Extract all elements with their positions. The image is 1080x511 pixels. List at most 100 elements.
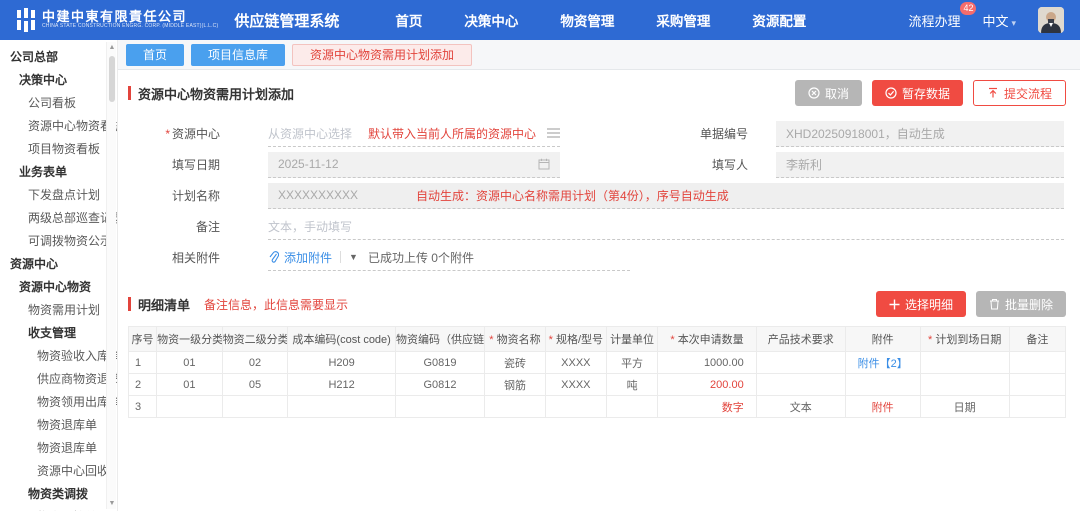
column-header: 成本编码(cost code) xyxy=(287,326,397,352)
trash-icon xyxy=(989,299,999,310)
table-cell xyxy=(395,395,486,418)
sidebar-item[interactable]: 物资退库单 xyxy=(0,414,117,437)
sidebar-item[interactable]: 供应商物资退货单 xyxy=(0,368,117,391)
company-logo-icon xyxy=(16,8,36,32)
table-cell xyxy=(755,373,846,396)
remark-label: 备注 xyxy=(195,220,220,234)
table-cell: 1 xyxy=(127,351,158,374)
sidebar-item[interactable]: 资源中心物资看板 xyxy=(0,115,117,138)
table-cell xyxy=(919,351,1010,374)
save-draft-button[interactable]: 暂存数据 xyxy=(871,80,963,106)
detail-title: 明细清单 xyxy=(128,295,190,314)
plan-form: * 资源中心 从资源中心选择 默认带入当前人所属的资源中心 单据编号 XHD202… xyxy=(128,118,1066,273)
table-cell: 3 xyxy=(127,395,158,418)
sidebar-item[interactable]: 资源中心回收 xyxy=(0,460,117,483)
add-attachment-link[interactable]: 添加附件 xyxy=(284,249,332,266)
table-row: 2 01 05 H212 G0812 钢筋 XXXX 吨 200.00 xyxy=(127,373,1067,396)
sidebar-item[interactable]: 公司看板 xyxy=(0,92,117,115)
sidebar-item[interactable]: 公司总部 xyxy=(0,46,117,69)
attachment-link-cell[interactable]: 附件【2】 xyxy=(844,351,921,374)
batch-delete-button[interactable]: 批量删除 xyxy=(975,291,1066,317)
detail-note: 备注信息，此信息需要显示 xyxy=(204,297,349,312)
fill-date-field[interactable]: 2025-11-12 xyxy=(268,151,560,178)
sidebar-item[interactable]: 物资需用计划 xyxy=(0,299,117,322)
tab-bar: 首页 项目信息库 资源中心物资需用计划添加 xyxy=(118,40,1080,70)
table-row: 1 01 02 H209 G0819 瓷砖 XXXX 平方 1000.00 附件【2】 xyxy=(127,351,1067,374)
sidebar-item[interactable]: 物资退库单 xyxy=(0,437,117,460)
attachments-field: 添加附件 ▼ 已成功上传 0个附件 xyxy=(268,245,630,271)
paperclip-icon xyxy=(269,251,279,263)
column-header: 计量单位 xyxy=(605,326,659,352)
table-cell xyxy=(1008,373,1067,396)
resource-center-label: * 资源中心 xyxy=(165,127,220,141)
sidebar-item[interactable]: 下发盘点计划 xyxy=(0,184,117,207)
tab[interactable]: 资源中心物资需用计划添加 xyxy=(292,43,473,66)
nav-item[interactable]: 采购管理 xyxy=(656,10,710,30)
scroll-down-icon[interactable]: ▼ xyxy=(107,500,117,507)
table-cell: 200.00 xyxy=(657,373,757,396)
process-center-link[interactable]: 流程办理 42 xyxy=(908,1,977,30)
sidebar-item[interactable]: 业务表单 xyxy=(0,161,117,184)
detail-table-body: 1 01 02 H209 G0819 瓷砖 XXXX 平方 1000.00 附件【2】 2 01 05 H… xyxy=(127,351,1067,418)
plan-name-note: 自动生成：资源中心名称需用计划（第4份），序号自动生成 xyxy=(416,188,729,203)
table-cell: 02 xyxy=(221,351,289,374)
attachment-dropdown-icon[interactable]: ▼ xyxy=(349,252,358,262)
nav-item[interactable]: 决策中心 xyxy=(464,10,518,30)
column-header: 附件 xyxy=(844,326,921,352)
sidebar-item[interactable]: 资源中心物资 xyxy=(0,276,117,299)
chevron-down-icon: ▾ xyxy=(1011,17,1016,28)
resource-center-select[interactable]: 从资源中心选择 默认带入当前人所属的资源中心 xyxy=(268,121,560,147)
table-cell: H212 xyxy=(287,373,397,396)
language-switcher[interactable]: 中文 ▾ xyxy=(982,11,1016,30)
resource-center-note: 默认带入当前人所属的资源中心 xyxy=(368,126,537,141)
sidebar-item[interactable]: 物资验收入库单 xyxy=(0,345,117,368)
user-avatar[interactable] xyxy=(1038,7,1064,33)
table-cell: 数字 xyxy=(657,395,757,418)
table-cell: 平方 xyxy=(605,351,659,374)
table-cell: 1000.00 xyxy=(657,351,757,374)
menu-lines-icon[interactable] xyxy=(547,128,560,138)
detail-table: 序号物资一级分类物资二级分类成本编码(cost code)物资编码（供应链）* … xyxy=(127,326,1067,418)
table-cell: 01 xyxy=(156,351,223,374)
doc-no-label: 单据编号 xyxy=(699,127,748,141)
remark-input[interactable]: 文本，手动填写 xyxy=(268,214,1064,240)
table-cell xyxy=(755,351,846,374)
table-cell xyxy=(1008,351,1067,374)
main-nav: 首页 决策中心 物资管理 采购管理 资源配置 xyxy=(395,10,806,30)
table-cell: H209 xyxy=(287,351,397,374)
company-name: 中建中東有限責任公司 xyxy=(42,9,188,25)
scroll-up-icon[interactable]: ▲ xyxy=(107,44,117,51)
detail-table-head-row: 序号物资一级分类物资二级分类成本编码(cost code)物资编码（供应链）* … xyxy=(127,326,1067,352)
page-content: 资源中心物资需用计划添加 取消 暂存数据 提交流程 * 资源中心 从资源中心选择… xyxy=(118,70,1080,511)
sidebar-item[interactable]: 项目物资看板 xyxy=(0,138,117,161)
column-header: 物资二级分类 xyxy=(221,326,289,352)
tab[interactable]: 首页 xyxy=(126,43,185,66)
sidebar-item[interactable]: 决策中心 xyxy=(0,69,117,92)
sidebar-item[interactable]: 物资调拨单 xyxy=(0,506,117,511)
select-detail-button[interactable]: 选择明细 xyxy=(875,291,966,317)
sidebar: 公司总部 决策中心 公司看板 资源中心物资看板 项目物资看板 业务表单 下发盘点计划 两级总部… xyxy=(0,40,118,511)
sidebar-item[interactable]: 物资领用出库单 xyxy=(0,391,117,414)
sidebar-item[interactable]: 两级总部巡查记录 xyxy=(0,207,117,230)
table-cell xyxy=(287,395,397,418)
submit-flow-button[interactable]: 提交流程 xyxy=(972,80,1066,106)
sidebar-item[interactable]: 可调拨物资公示 xyxy=(0,230,117,253)
column-header: 物资一级分类 xyxy=(156,326,223,352)
column-header: 序号 xyxy=(127,326,158,352)
sidebar-item[interactable]: 资源中心 xyxy=(0,253,117,276)
column-header: 备注 xyxy=(1008,326,1067,352)
table-cell: XXXX xyxy=(544,373,607,396)
table-cell xyxy=(844,373,921,396)
nav-item[interactable]: 首页 xyxy=(395,10,422,30)
scrollbar-thumb[interactable] xyxy=(109,56,115,102)
sidebar-scrollbar[interactable]: ▲ ▼ xyxy=(106,42,116,509)
tab[interactable]: 项目信息库 xyxy=(191,43,286,66)
sidebar-item[interactable]: 物资类调拨 xyxy=(0,483,117,506)
cancel-button[interactable]: 取消 xyxy=(794,80,862,106)
sidebar-item[interactable]: 收支管理 xyxy=(0,322,117,345)
nav-item[interactable]: 资源配置 xyxy=(752,10,806,30)
table-cell xyxy=(1008,395,1067,418)
calendar-icon[interactable] xyxy=(538,158,550,170)
nav-item[interactable]: 物资管理 xyxy=(560,10,614,30)
column-header: * 计划到场日期 xyxy=(919,326,1010,352)
